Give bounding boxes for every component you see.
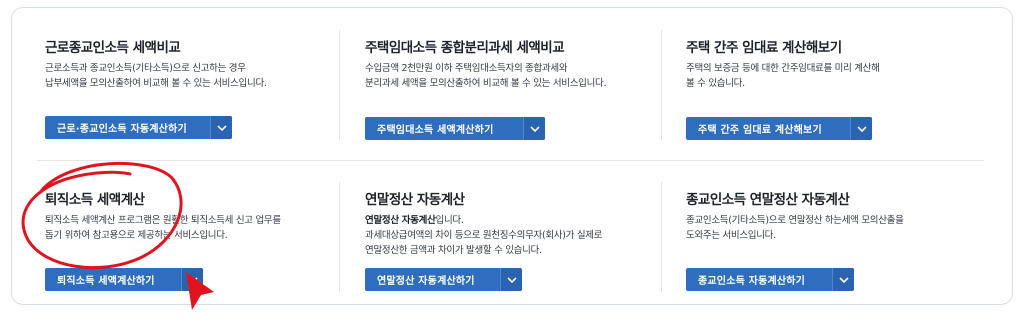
religious-year-end-calc-button[interactable]: 종교인소득 자동계산하기 <box>686 268 832 291</box>
year-end-settlement-calc-button[interactable]: 연말정산 자동계산하기 <box>365 268 500 291</box>
row-divider <box>37 160 984 161</box>
card-description-line: 납부세액을 모의산출하여 비교해 볼 수 있는 서비스입니다. <box>45 78 267 89</box>
dropdown-button[interactable] <box>181 268 203 291</box>
description-text: 입니다. <box>435 215 464 226</box>
dropdown-button[interactable] <box>850 117 872 140</box>
chevron-down-icon <box>187 276 198 283</box>
card-description-line: 주택의 보증금 등에 대한 간주임대료를 미리 계산해 <box>686 63 880 74</box>
button-group: 퇴직소득 세액계산하기 <box>45 268 203 291</box>
card-description-line: 종교인소득(기타소득)으로 연말정산 하는세액 모의산출을 <box>686 215 904 226</box>
card-description-line: 도와주는 서비스입니다. <box>686 230 776 241</box>
dropdown-button[interactable] <box>500 268 522 291</box>
card-title: 주택임대소득 종합분리과세 세액비교 <box>365 40 565 56</box>
card-title: 연말정산 자동계산 <box>365 192 465 208</box>
button-group: 종교인소득 자동계산하기 <box>686 268 854 291</box>
card-description-line: 퇴직소득 세액계산 프로그램은 원활한 퇴직소득세 신고 업무를 <box>45 215 281 226</box>
retirement-income-calc-button[interactable]: 퇴직소득 세액계산하기 <box>45 268 181 291</box>
chevron-down-icon <box>856 125 867 132</box>
dropdown-button[interactable] <box>210 116 232 139</box>
card-title: 주택 간주 임대료 계산해보기 <box>686 40 842 56</box>
card-title: 종교인소득 연말정산 자동계산 <box>686 192 850 208</box>
button-group: 근로·종교인소득 자동계산하기 <box>45 116 232 139</box>
card-description-line: 연말정산 자동계산입니다. <box>365 213 665 228</box>
chevron-down-icon <box>506 276 517 283</box>
button-group: 주택임대소득 세액계산하기 <box>365 117 545 140</box>
card-description: 주택의 보증금 등에 대한 간주임대료를 미리 계산해 볼 수 있습니다. <box>686 61 986 91</box>
card-description: 연말정산 자동계산입니다. 과세대상급여액의 차이 등으로 원천징수의무자(회사… <box>365 213 665 258</box>
card-description-line: 볼 수 있습니다. <box>686 78 745 89</box>
card-description-line: 분리과세 세액을 모의산출하여 비교해 볼 수 있는 서비스입니다. <box>365 78 607 89</box>
card-description-line: 수입금액 2천만원 이하 주택임대소득자의 종합과세와 <box>365 63 568 74</box>
chevron-down-icon <box>216 124 227 131</box>
card-description-line: 과세대상급여액의 차이 등으로 원천징수의무자(회사)가 실제로 <box>365 230 603 241</box>
card-description-line: 연말정산한 금액과 차이가 발생할 수 있습니다. <box>365 245 542 256</box>
religious-income-calc-button[interactable]: 근로·종교인소득 자동계산하기 <box>45 116 210 139</box>
dropdown-button[interactable] <box>832 268 854 291</box>
card-description: 종교인소득(기타소득)으로 연말정산 하는세액 모의산출을 도와주는 서비스입니… <box>686 213 986 243</box>
emphasis-text: 연말정산 자동계산 <box>365 215 436 226</box>
card-description: 근로소득과 종교인소득(기타소득)으로 신고하는 경우 납부세액을 모의산출하여… <box>45 61 345 91</box>
card-description: 수입금액 2천만원 이하 주택임대소득자의 종합과세와 분리과세 세액을 모의산… <box>365 61 665 91</box>
rental-income-calc-button[interactable]: 주택임대소득 세액계산하기 <box>365 117 523 140</box>
dropdown-button[interactable] <box>523 117 545 140</box>
card-description: 퇴직소득 세액계산 프로그램은 원활한 퇴직소득세 신고 업무를 돕기 위하여 … <box>45 213 345 243</box>
chevron-down-icon <box>529 125 540 132</box>
card-description-line: 돕기 위하여 참고용으로 제공하는 서비스입니다. <box>45 230 228 241</box>
button-group: 주택 간주 임대료 계산해보기 <box>686 117 872 140</box>
deemed-rent-calc-button[interactable]: 주택 간주 임대료 계산해보기 <box>686 117 850 140</box>
chevron-down-icon <box>838 276 849 283</box>
card-description-line: 근로소득과 종교인소득(기타소득)으로 신고하는 경우 <box>45 63 246 74</box>
card-title: 퇴직소득 세액계산 <box>45 192 145 208</box>
card-title: 근로종교인소득 세액비교 <box>45 40 181 56</box>
button-group: 연말정산 자동계산하기 <box>365 268 522 291</box>
